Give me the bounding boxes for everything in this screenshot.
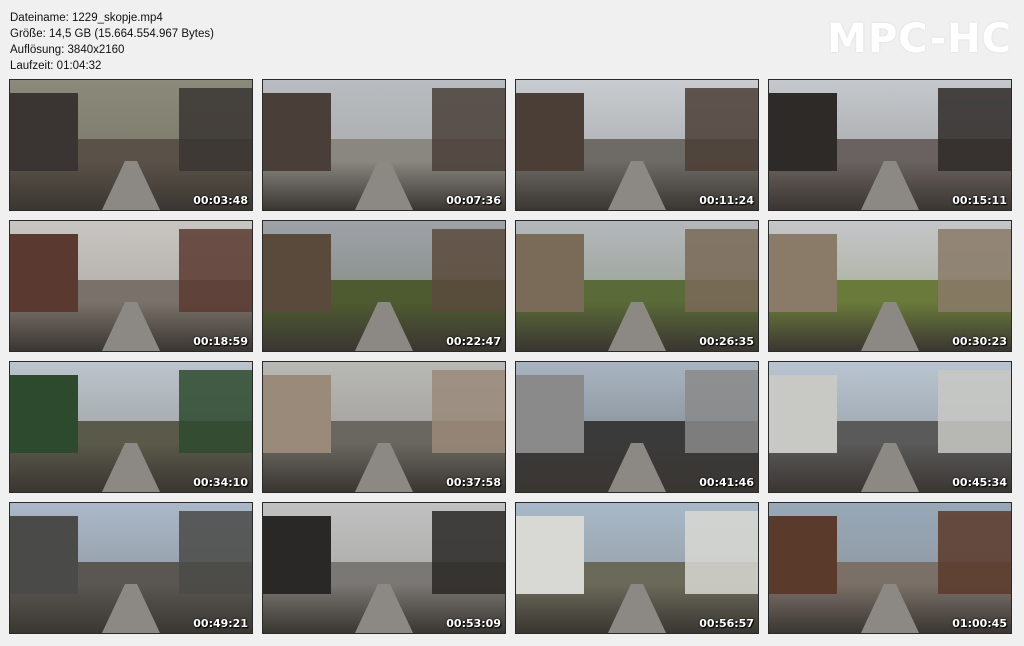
- thumbnail-timestamp: 00:49:21: [193, 617, 248, 630]
- thumbnail-timestamp: 00:15:11: [952, 194, 1007, 207]
- thumbnail-image: [263, 221, 505, 351]
- video-thumbnail[interactable]: 00:07:36: [262, 79, 506, 211]
- duration-line: Laufzeit: 01:04:32: [10, 60, 102, 72]
- video-thumbnail[interactable]: 00:53:09: [262, 502, 506, 634]
- thumbnail-grid: 00:03:48 00:07:36 00:11:24 00:15:11 00:18:59…: [9, 79, 1013, 636]
- video-thumbnail[interactable]: 01:00:45: [768, 502, 1012, 634]
- thumbnail-timestamp: 00:07:36: [446, 194, 501, 207]
- thumbnail-timestamp: 00:45:34: [952, 476, 1007, 489]
- thumbnail-image: [516, 80, 758, 210]
- thumbnail-image: [769, 503, 1011, 633]
- thumbnail-timestamp: 01:00:45: [952, 617, 1007, 630]
- mpc-hc-logo: MPC-HC: [827, 16, 1012, 62]
- video-thumbnail[interactable]: 00:18:59: [9, 220, 253, 352]
- thumbnail-image: [263, 80, 505, 210]
- video-thumbnail[interactable]: 00:45:34: [768, 361, 1012, 493]
- thumbnail-image: [516, 362, 758, 492]
- video-thumbnail[interactable]: 00:30:23: [768, 220, 1012, 352]
- size-line: Größe: 14,5 GB (15.664.554.967 Bytes): [10, 28, 214, 40]
- filename-line: Dateiname: 1229_skopje.mp4: [10, 12, 163, 24]
- thumbnail-timestamp: 00:30:23: [952, 335, 1007, 348]
- thumbnail-image: [516, 503, 758, 633]
- thumbnail-image: [10, 362, 252, 492]
- video-thumbnail[interactable]: 00:15:11: [768, 79, 1012, 211]
- thumbnail-timestamp: 00:26:35: [699, 335, 754, 348]
- video-thumbnail[interactable]: 00:41:46: [515, 361, 759, 493]
- thumbnail-image: [769, 80, 1011, 210]
- thumbnail-timestamp: 00:56:57: [699, 617, 754, 630]
- file-info: Dateiname: 1229_skopje.mp4 Größe: 14,5 G…: [10, 10, 214, 74]
- video-thumbnail[interactable]: 00:56:57: [515, 502, 759, 634]
- video-thumbnail[interactable]: 00:11:24: [515, 79, 759, 211]
- resolution-line: Auflösung: 3840x2160: [10, 44, 125, 56]
- thumbnail-image: [10, 80, 252, 210]
- thumbnail-image: [10, 503, 252, 633]
- thumbnail-timestamp: 00:53:09: [446, 617, 501, 630]
- thumbnail-timestamp: 00:11:24: [699, 194, 754, 207]
- thumbnail-timestamp: 00:18:59: [193, 335, 248, 348]
- thumbnail-image: [263, 362, 505, 492]
- thumbnail-timestamp: 00:34:10: [193, 476, 248, 489]
- video-thumbnail[interactable]: 00:34:10: [9, 361, 253, 493]
- thumbnail-timestamp: 00:37:58: [446, 476, 501, 489]
- video-thumbnail[interactable]: 00:22:47: [262, 220, 506, 352]
- video-thumbnail[interactable]: 00:37:58: [262, 361, 506, 493]
- thumbnail-image: [263, 503, 505, 633]
- video-thumbnail[interactable]: 00:03:48: [9, 79, 253, 211]
- video-thumbnail[interactable]: 00:26:35: [515, 220, 759, 352]
- thumbnail-image: [516, 221, 758, 351]
- thumbnail-image: [10, 221, 252, 351]
- thumbnail-image: [769, 221, 1011, 351]
- video-thumbnail[interactable]: 00:49:21: [9, 502, 253, 634]
- thumbnail-timestamp: 00:41:46: [699, 476, 754, 489]
- thumbnail-timestamp: 00:22:47: [446, 335, 501, 348]
- thumbnail-timestamp: 00:03:48: [193, 194, 248, 207]
- thumbnail-image: [769, 362, 1011, 492]
